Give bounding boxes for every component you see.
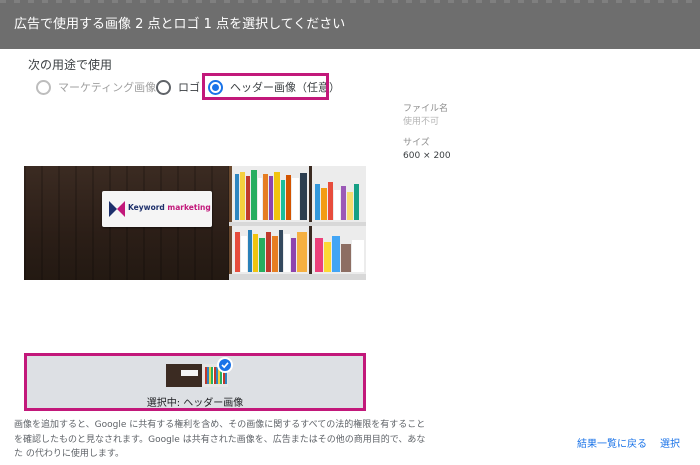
filename-value: 使用不可 bbox=[403, 117, 440, 127]
usage-section-label: 次の用途で使用 bbox=[28, 58, 113, 72]
header-option-highlight bbox=[202, 73, 329, 100]
keyword-logo-icon bbox=[109, 201, 125, 217]
sign-text: Keyword marketing bbox=[128, 203, 211, 212]
checkmark-glyph bbox=[221, 362, 229, 369]
image-preview: Keyword marketing bbox=[24, 166, 366, 280]
office-sign: Keyword marketing bbox=[102, 191, 212, 227]
dialog-header: 広告で使用する画像 2 点とロゴ 1 点を選択してください bbox=[0, 0, 700, 49]
radio-logo[interactable] bbox=[156, 80, 171, 95]
legal-disclaimer: 画像を追加すると、Google に共有する権利を含め、その画像に関するすべての法… bbox=[14, 420, 426, 459]
checkmark-icon bbox=[217, 357, 233, 373]
select-button[interactable]: 選択 bbox=[660, 435, 680, 450]
back-to-results-button[interactable]: 結果一覧に戻る bbox=[577, 435, 647, 450]
thumbnail-sign bbox=[181, 370, 198, 376]
selected-label: 選択中: ヘッダー画像 bbox=[146, 398, 244, 409]
bookshelf bbox=[229, 166, 366, 280]
file-info: ファイル名 使用不可 サイズ 600 × 200 bbox=[403, 103, 451, 163]
bookshelf-illustration bbox=[229, 166, 366, 280]
radio-logo-label: ロゴ bbox=[178, 81, 200, 94]
filename-label: ファイル名 bbox=[403, 104, 449, 114]
dialog-title: 広告で使用する画像 2 点とロゴ 1 点を選択してください bbox=[14, 17, 346, 32]
radio-marketing-image[interactable] bbox=[36, 80, 51, 95]
radio-marketing-image-label: マーケティング画像 bbox=[58, 81, 157, 94]
selected-image-card[interactable]: 選択中: ヘッダー画像 bbox=[24, 353, 366, 411]
size-label: サイズ bbox=[403, 138, 430, 148]
size-value: 600 × 200 bbox=[403, 151, 451, 161]
